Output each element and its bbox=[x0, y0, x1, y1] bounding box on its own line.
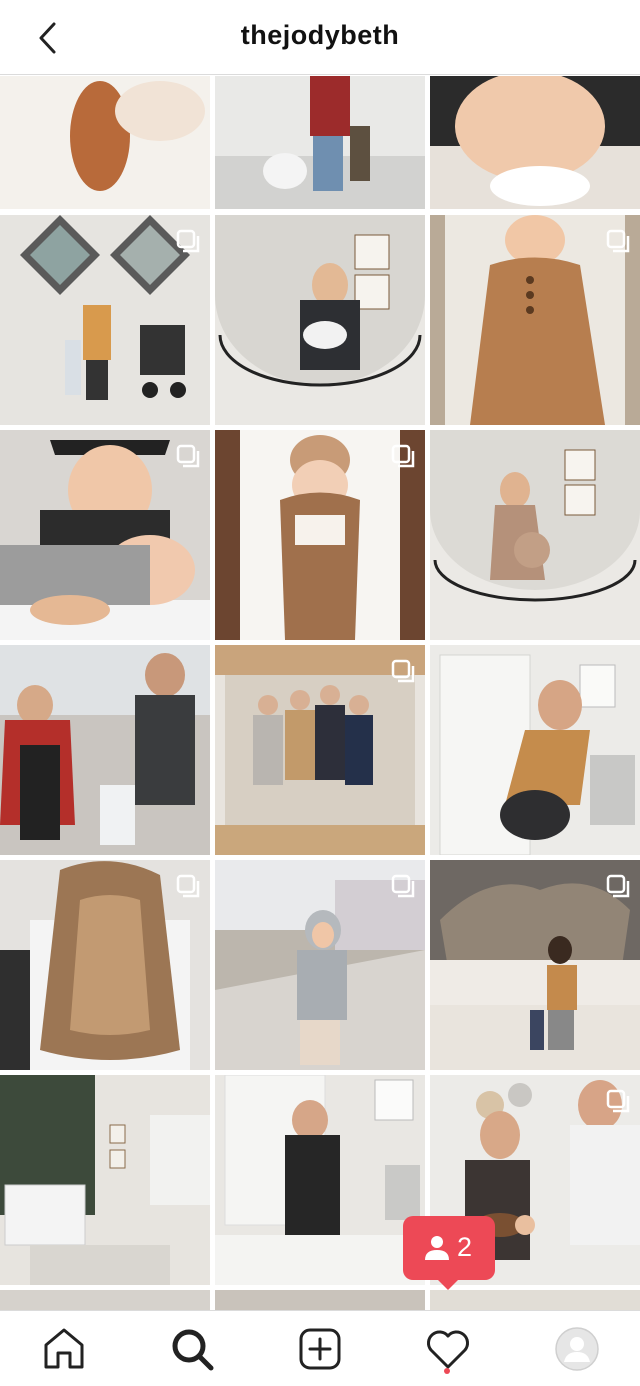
post-thumbnail[interactable] bbox=[215, 860, 425, 1070]
mirror-selfie-image bbox=[215, 215, 425, 425]
carousel-icon bbox=[391, 444, 415, 468]
post-partial-image bbox=[0, 1290, 210, 1310]
tab-new-post[interactable] bbox=[296, 1325, 344, 1373]
post-thumbnail[interactable] bbox=[430, 645, 640, 855]
page-title: thejodybeth bbox=[240, 20, 400, 50]
post-thumbnail[interactable] bbox=[0, 860, 210, 1070]
notification-count: 2 bbox=[457, 1232, 473, 1262]
carousel-icon bbox=[176, 229, 200, 253]
follower-notification-badge[interactable]: 2 bbox=[403, 1216, 495, 1280]
profile-header: thejodybeth bbox=[0, 0, 640, 75]
tab-profile[interactable] bbox=[553, 1325, 601, 1373]
family-walk-image bbox=[0, 645, 210, 855]
pregnant-mirror-selfie-image bbox=[430, 430, 640, 640]
profile-avatar-icon bbox=[555, 1327, 599, 1371]
bottom-tab-bar bbox=[0, 1310, 640, 1386]
nursery-room-image bbox=[0, 1075, 210, 1285]
post-thumbnail[interactable] bbox=[430, 430, 640, 640]
bump-selfie-image bbox=[430, 645, 640, 855]
post-thumbnail[interactable] bbox=[215, 1075, 425, 1285]
post-thumbnail[interactable] bbox=[430, 1290, 640, 1310]
post-thumbnail[interactable] bbox=[0, 1075, 210, 1285]
photo-grid bbox=[0, 76, 640, 1310]
post-thumbnail[interactable] bbox=[215, 215, 425, 425]
carousel-icon bbox=[176, 874, 200, 898]
new-post-icon bbox=[299, 1328, 341, 1370]
post-partial-image bbox=[215, 1290, 425, 1310]
carousel-icon bbox=[391, 874, 415, 898]
heart-icon bbox=[427, 1330, 469, 1369]
post-thumbnail[interactable] bbox=[0, 1290, 210, 1310]
post-thumbnail[interactable] bbox=[430, 76, 640, 209]
post-thumbnail[interactable] bbox=[0, 645, 210, 855]
carousel-icon bbox=[176, 444, 200, 468]
carousel-icon bbox=[606, 1089, 630, 1113]
baby-belly-image bbox=[430, 76, 640, 209]
tab-activity[interactable] bbox=[424, 1325, 472, 1373]
post-thumbnail[interactable] bbox=[215, 430, 425, 640]
post-thumbnail[interactable] bbox=[215, 1290, 425, 1310]
post-thumbnail[interactable] bbox=[0, 215, 210, 425]
tab-search[interactable] bbox=[168, 1325, 216, 1373]
post-thumbnail[interactable] bbox=[0, 76, 210, 209]
notification-pointer bbox=[436, 1278, 460, 1290]
search-icon bbox=[172, 1329, 214, 1371]
post-thumbnail[interactable] bbox=[215, 645, 425, 855]
carousel-icon bbox=[606, 229, 630, 253]
bathroom-selfie-image bbox=[215, 1075, 425, 1285]
home-icon bbox=[44, 1328, 84, 1369]
carousel-icon bbox=[606, 874, 630, 898]
user-icon bbox=[425, 1236, 449, 1260]
activity-indicator-dot bbox=[444, 1368, 450, 1374]
post-thumbnail[interactable] bbox=[215, 76, 425, 209]
post-thumbnail[interactable] bbox=[430, 860, 640, 1070]
baby-sleeping-image bbox=[0, 76, 210, 209]
carousel-icon bbox=[391, 659, 415, 683]
family-porch-image bbox=[215, 76, 425, 209]
tab-home[interactable] bbox=[40, 1325, 88, 1373]
post-partial-image bbox=[430, 1290, 640, 1310]
post-thumbnail[interactable] bbox=[0, 430, 210, 640]
post-thumbnail[interactable] bbox=[430, 215, 640, 425]
